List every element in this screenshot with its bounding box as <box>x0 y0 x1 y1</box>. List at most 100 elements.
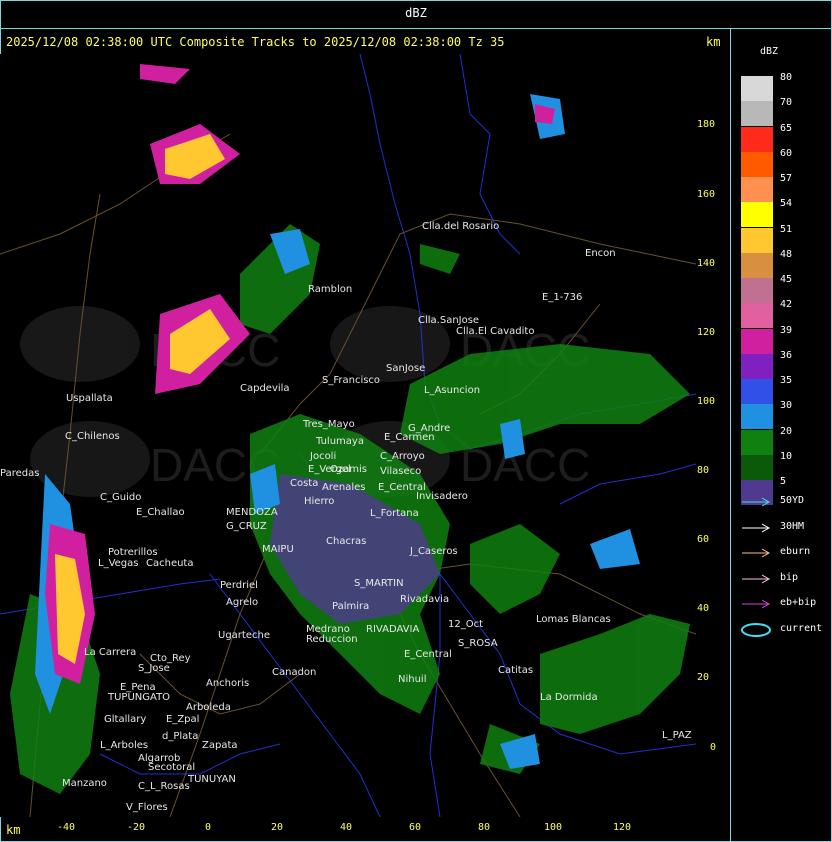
place-label: S_Francisco <box>322 375 380 386</box>
place-label: Costa <box>290 478 318 489</box>
legend-label: 54 <box>780 198 793 210</box>
window-title: dBZ <box>405 6 427 20</box>
place-label: Zapata <box>202 740 238 751</box>
y-tick: 80 <box>697 465 710 476</box>
place-label: Clla.SanJose <box>418 315 479 326</box>
x-tick: 100 <box>543 822 563 833</box>
place-label: Invisadero <box>416 491 468 502</box>
legend-label: 65 <box>780 122 793 134</box>
track-arrow-icon <box>742 574 771 583</box>
place-label: MAIPU <box>262 544 294 555</box>
place-label: Canadon <box>272 667 316 678</box>
place-label: Catitas <box>498 665 533 676</box>
legend-label: 36 <box>780 349 793 361</box>
place-label: G_CRUZ <box>226 521 267 532</box>
legend-label: 35 <box>780 375 793 386</box>
place-label: G_Andre <box>408 423 450 434</box>
track-arrow-icon <box>742 497 771 507</box>
product-header: 2025/12/08 02:38:00 UTC Composite Tracks… <box>6 35 505 49</box>
legend-swatch <box>741 252 773 278</box>
y-tick: 100 <box>697 396 716 407</box>
place-label: V_Flores <box>126 802 168 813</box>
place-label: Arenales <box>322 482 366 493</box>
place-label: Agrelo <box>226 597 258 608</box>
legend-swatch <box>741 177 773 202</box>
place-label: C_L_Rosas <box>138 781 190 792</box>
place-label: Perdriel <box>220 580 258 591</box>
place-label: Reduccion <box>306 634 358 645</box>
place-label: Secotoral <box>148 762 195 773</box>
legend-label: 39 <box>780 324 793 336</box>
x-tick: 60 <box>408 822 422 833</box>
place-label: Vilaseco <box>380 466 421 477</box>
y-tick: 160 <box>697 189 716 200</box>
y-tick: 140 <box>697 258 716 269</box>
track-legend-label: 30HM <box>780 520 805 532</box>
place-label: S_MARTIN <box>354 578 404 589</box>
place-label: Jocoli <box>309 451 336 462</box>
place-label: Hierro <box>304 496 334 507</box>
place-label: Rivadavia <box>400 594 449 605</box>
y-tick: 120 <box>697 327 716 338</box>
place-label: S_ROSA <box>458 638 498 649</box>
place-label: Paredas <box>0 468 39 479</box>
place-label: SanJose <box>386 363 425 374</box>
legend-label: 45 <box>780 274 793 285</box>
place-label: Potrerillos <box>108 547 158 558</box>
place-label: Clla.del Rosario <box>422 221 499 232</box>
place-label: E_Zpal <box>166 714 199 725</box>
legend-label: 70 <box>780 97 793 109</box>
y-tick: 20 <box>697 672 710 683</box>
radar-map[interactable]: DACC DACC DACC DACC <box>0 54 696 817</box>
legend-label: 57 <box>780 173 793 184</box>
place-label: Tulumaya <box>315 436 364 447</box>
legend-swatch <box>741 278 773 303</box>
track-legend-label: eburn <box>780 546 811 557</box>
place-label: E_Central <box>404 649 452 660</box>
track-arrow-icon <box>742 599 771 609</box>
legend-label: 30 <box>780 400 793 412</box>
place-label: Ugarteche <box>218 630 270 641</box>
x-tick: 20 <box>270 822 284 833</box>
legend-swatch <box>741 126 773 152</box>
y-tick: 180 <box>697 119 716 130</box>
place-label: C_Chilenos <box>65 431 120 442</box>
legend-swatch <box>741 379 773 404</box>
place-label: L_PAZ <box>662 730 692 741</box>
x-tick: -20 <box>126 822 146 833</box>
x-tick: 0 <box>204 822 212 833</box>
place-label: Lomas Blancas <box>536 614 611 625</box>
place-label: MENDOZA <box>226 507 278 518</box>
place-label: Clla.El Cavadito <box>456 326 534 337</box>
legend-swatch <box>741 151 773 177</box>
x-tick: -40 <box>56 822 76 833</box>
title-bar: dBZ <box>0 0 832 28</box>
legend-swatch <box>741 404 773 430</box>
place-label: La Dormida <box>540 692 598 703</box>
legend-swatch <box>741 303 773 329</box>
place-label: J_Caseros <box>409 546 458 557</box>
track-legend-label: bip <box>780 571 799 583</box>
legend-swatch <box>741 101 773 127</box>
legend-label: 80 <box>780 72 793 83</box>
place-label: Palmira <box>332 601 369 612</box>
y-tick: 0 <box>710 742 717 753</box>
place-label: d_Plata <box>162 731 198 742</box>
place-label: L_Vegas <box>98 558 138 569</box>
place-label: Uspallata <box>66 393 113 404</box>
track-arrow-icon <box>742 548 771 558</box>
track-legend-label: eb+bip <box>780 597 817 608</box>
place-label: E_Challao <box>136 507 185 518</box>
legend-title: dBZ <box>760 46 779 57</box>
legend-swatch <box>741 202 773 228</box>
legend-label: 51 <box>780 223 793 235</box>
legend-label: 5 <box>780 476 787 487</box>
current-ellipse-icon <box>741 622 771 637</box>
legend-swatch <box>741 227 773 253</box>
place-label: L_Asuncion <box>424 385 480 396</box>
place-label: Anchoris <box>206 678 249 689</box>
place-label: Nihuil <box>398 674 427 685</box>
place-label: L_Arboles <box>100 740 148 751</box>
place-label: Tres_Mayo <box>302 419 355 430</box>
legend-label: 48 <box>780 248 793 260</box>
